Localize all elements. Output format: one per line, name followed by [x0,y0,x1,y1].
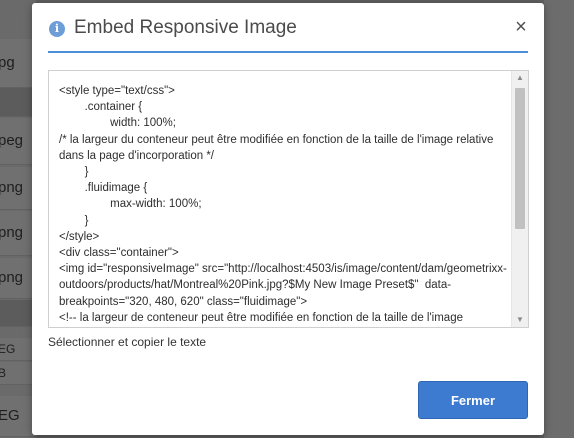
background-list-row: EG [0,396,36,437]
scroll-down-arrow-icon[interactable]: ▼ [512,313,528,327]
background-list-row: peg [0,118,36,165]
embed-code-text[interactable]: <style type="text/css"> .container { wid… [59,83,511,326]
vertical-scrollbar[interactable]: ▲ ▼ [511,71,528,327]
background-list-row [0,88,36,117]
background-right-panel [544,0,574,438]
background-list-row [0,300,36,327]
background-asset-list: pgpegpngpngpngEGBEG [0,0,36,438]
close-icon[interactable]: × [512,16,530,38]
embed-responsive-image-dialog: i Embed Responsive Image × <style type="… [32,3,544,435]
dialog-header: i Embed Responsive Image × [32,3,544,55]
background-list-row: png [0,211,36,256]
close-button[interactable]: Fermer [418,381,528,419]
embed-code-textarea[interactable]: <style type="text/css"> .container { wid… [48,70,529,328]
background-list-row: EG [0,338,36,361]
background-list-row: png [0,167,36,210]
header-divider [48,51,528,53]
dialog-title: Embed Responsive Image [74,17,297,38]
background-list-row: pg [0,39,36,88]
scrollbar-thumb[interactable] [515,88,525,229]
background-list-row: png [0,258,36,299]
select-copy-hint: Sélectionner et copier le texte [48,335,207,349]
background-list-row: B [0,362,36,385]
info-icon: i [49,21,65,37]
scroll-up-arrow-icon[interactable]: ▲ [512,71,528,85]
